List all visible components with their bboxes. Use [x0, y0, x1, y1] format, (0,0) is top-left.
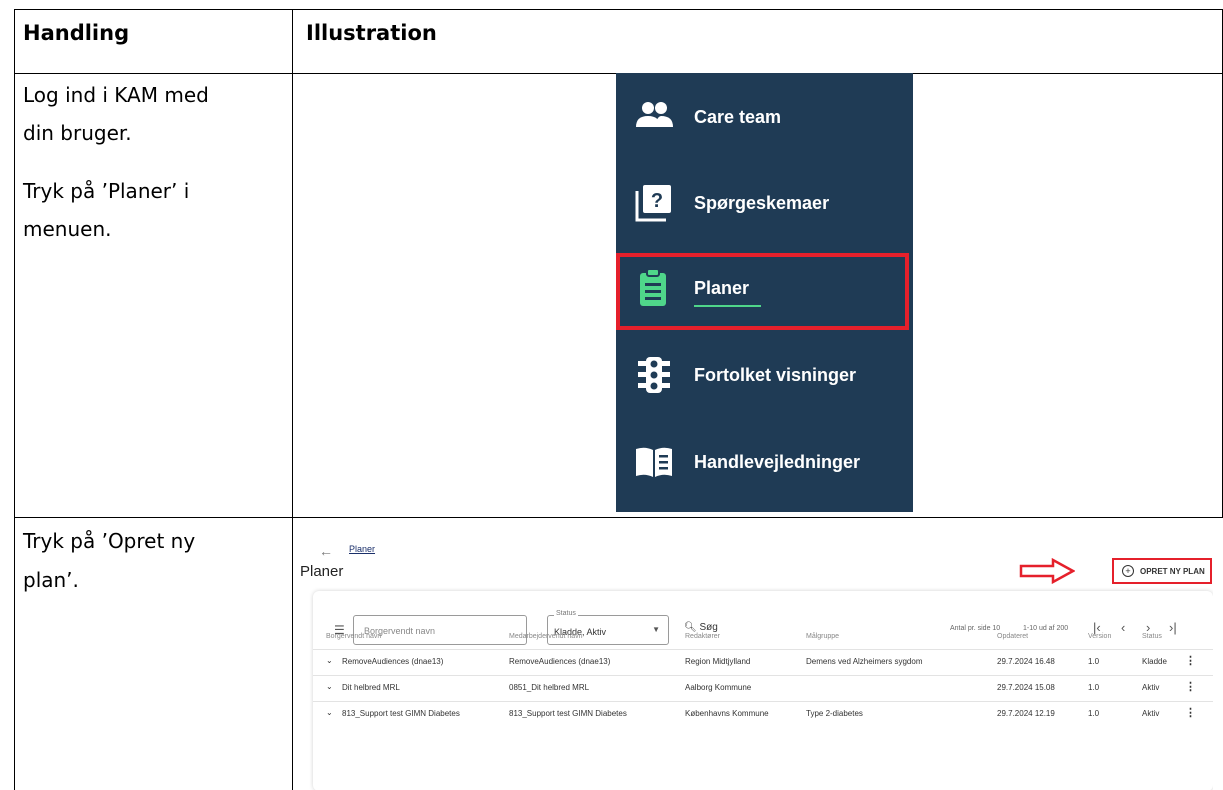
row1-step-line2: din bruger.: [23, 121, 132, 145]
last-page-icon[interactable]: ›|: [1169, 620, 1177, 635]
cell-updated: 29.7.2024 16.48: [997, 657, 1055, 666]
plus-circle-icon: +: [1122, 565, 1134, 577]
menu-item-guidelines[interactable]: Handlevejledninger: [616, 432, 913, 492]
questionnaire-icon: ?: [635, 185, 671, 222]
header-illustration: Illustration: [306, 21, 437, 45]
book-icon: [636, 447, 672, 477]
prev-page-icon[interactable]: ‹: [1121, 620, 1125, 635]
cell-citizen-name: 813_Support test GIMN Diabetes: [342, 709, 460, 718]
search-icon: 🔍︎: [684, 622, 697, 633]
col-citizen-name[interactable]: Borgervendt navn: [326, 633, 381, 640]
cell-target-group: Type 2-diabetes: [806, 709, 863, 718]
cell-staff-name: RemoveAudiences (dnae13): [509, 657, 611, 666]
more-vert-icon[interactable]: ⋮: [1185, 680, 1196, 693]
menu-label-care-team: Care team: [694, 106, 782, 127]
more-vert-icon[interactable]: ⋮: [1185, 706, 1196, 719]
row1-step-line1: Log ind i KAM med: [23, 83, 209, 107]
col-editors[interactable]: Redaktører: [685, 633, 720, 640]
menu-label-guidelines: Handlevejledninger: [694, 451, 861, 472]
dropdown-caret-icon: ▼: [652, 625, 660, 634]
row-divider: [313, 675, 1213, 676]
menu-screenshot: Care team ? Spørgeskemaer Planer Fortolk…: [616, 73, 913, 512]
table-column-divider: [292, 9, 293, 790]
plans-screenshot: ← Planer Planer + OPRET NY PLAN ☰ Borger…: [297, 528, 1213, 790]
red-arrow-icon: [1019, 558, 1075, 584]
cell-citizen-name: RemoveAudiences (dnae13): [342, 657, 444, 666]
menu-item-interpreted-views[interactable]: Fortolket visninger: [616, 345, 913, 405]
search-button-label: Søg: [699, 622, 718, 633]
table-row[interactable]: ⌄ 813_Support test GIMN Diabetes 813_Sup…: [313, 705, 1213, 731]
cell-target-group: Demens ved Alzheimers sygdom: [806, 657, 923, 666]
col-status[interactable]: Status: [1142, 633, 1162, 640]
cell-editors: Region Midtjylland: [685, 657, 751, 666]
chevron-down-icon[interactable]: ⌄: [326, 682, 333, 691]
row-divider: [313, 701, 1213, 702]
col-version[interactable]: Version: [1088, 633, 1111, 640]
row2-step-line1: Tryk på ’Opret ny: [23, 529, 196, 553]
chevron-down-icon[interactable]: ⌄: [326, 708, 333, 717]
menu-label-interpreted-views: Fortolket visninger: [694, 364, 857, 385]
cell-editors: Københavns Kommune: [685, 709, 769, 718]
header-handling: Handling: [23, 21, 130, 45]
highlight-box: [616, 253, 909, 330]
cell-updated: 29.7.2024 12.19: [997, 709, 1055, 718]
cell-staff-name: 0851_Dit helbred MRL: [509, 683, 590, 692]
back-arrow-icon[interactable]: ←: [319, 543, 333, 559]
create-plan-label: OPRET NY PLAN: [1140, 566, 1205, 576]
menu-item-care-team[interactable]: Care team: [616, 87, 913, 147]
cell-editors: Aalborg Kommune: [685, 683, 752, 692]
cell-version: 1.0: [1088, 709, 1100, 718]
row1-step-line4: menuen.: [23, 217, 112, 241]
page-range: 1-10 ud af 200: [1023, 625, 1069, 632]
cell-version: 1.0: [1088, 657, 1100, 666]
table-border-left: [14, 9, 15, 790]
menu-item-questionnaires[interactable]: ? Spørgeskemaer: [616, 173, 913, 233]
more-vert-icon[interactable]: ⋮: [1185, 654, 1196, 667]
create-plan-button[interactable]: + OPRET NY PLAN: [1112, 558, 1212, 584]
plans-card: ☰ Borgervendt navn Status Kladde, Aktiv …: [313, 591, 1213, 790]
people-icon: [636, 102, 673, 127]
cell-version: 1.0: [1088, 683, 1100, 692]
page-title: Planer: [300, 563, 344, 580]
search-button[interactable]: 🔍︎ Søg: [684, 622, 718, 633]
traffic-light-icon: [638, 357, 670, 393]
breadcrumb[interactable]: Planer: [349, 544, 375, 554]
status-legend: Status: [554, 610, 578, 617]
row2-step-line2: plan’.: [23, 568, 79, 592]
cell-updated: 29.7.2024 15.08: [997, 683, 1055, 692]
status-select[interactable]: Status Kladde, Aktiv ▼: [547, 610, 669, 645]
page-size-label[interactable]: Antal pr. side 10: [950, 625, 1000, 632]
chevron-down-icon[interactable]: ⌄: [326, 656, 333, 665]
svg-text:?: ?: [651, 190, 663, 212]
menu-label-questionnaires: Spørgeskemaer: [694, 192, 830, 213]
col-staff-name[interactable]: Medarbejdervendt navn: [509, 633, 583, 640]
col-updated[interactable]: Opdateret: [997, 633, 1028, 640]
cell-status: Aktiv: [1142, 709, 1160, 718]
cell-staff-name: 813_Support test GIMN Diabetes: [509, 709, 627, 718]
col-target-group[interactable]: Målgruppe: [806, 633, 839, 640]
table-border-top: [14, 9, 1223, 10]
cell-citizen-name: Dit helbred MRL: [342, 683, 400, 692]
search-input[interactable]: Borgervendt navn: [353, 615, 527, 645]
table-row-divider: [14, 517, 1223, 518]
row-divider: [313, 649, 1213, 650]
cell-status: Kladde: [1142, 657, 1167, 666]
row1-step-line3: Tryk på ’Planer’ i: [23, 179, 190, 203]
cell-status: Aktiv: [1142, 683, 1160, 692]
